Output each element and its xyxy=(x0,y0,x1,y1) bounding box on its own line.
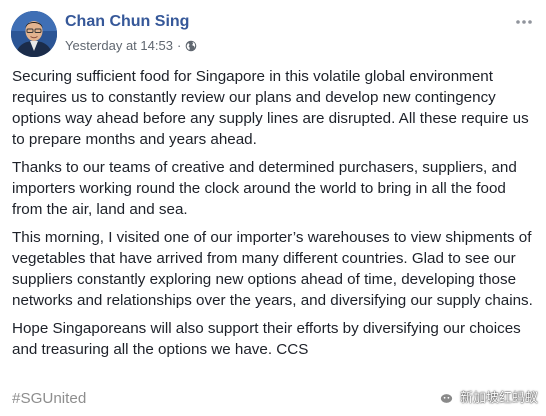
post-body: Securing sufficient food for Singapore i… xyxy=(12,66,538,367)
profile-photo xyxy=(11,11,57,57)
facebook-post: Chan Chun Sing Yesterday at 14:53 · Secu… xyxy=(0,0,546,416)
post-timestamp[interactable]: Yesterday at 14:53 xyxy=(65,38,173,53)
wechat-icon xyxy=(430,386,454,405)
post-paragraph-3: This morning, I visited one of our impor… xyxy=(12,229,533,309)
more-options-icon[interactable] xyxy=(514,14,534,30)
post-paragraph-2: Thanks to our teams of creative and dete… xyxy=(12,159,517,218)
author-name[interactable]: Chan Chun Sing xyxy=(65,13,189,31)
post-paragraph-4: Hope Singaporeans will also support thei… xyxy=(12,320,521,358)
hashtag-link[interactable]: #SGUnited xyxy=(12,388,86,409)
watermark-text: 新加坡红蚂蚁 xyxy=(459,389,538,405)
post-meta: Yesterday at 14:53 · xyxy=(65,38,197,53)
meta-separator: · xyxy=(176,38,182,53)
post-paragraph-1: Securing sufficient food for Singapore i… xyxy=(12,68,529,148)
avatar[interactable] xyxy=(11,11,57,57)
globe-icon[interactable] xyxy=(185,40,197,52)
watermark: 新加坡红蚂蚁 xyxy=(430,386,538,406)
